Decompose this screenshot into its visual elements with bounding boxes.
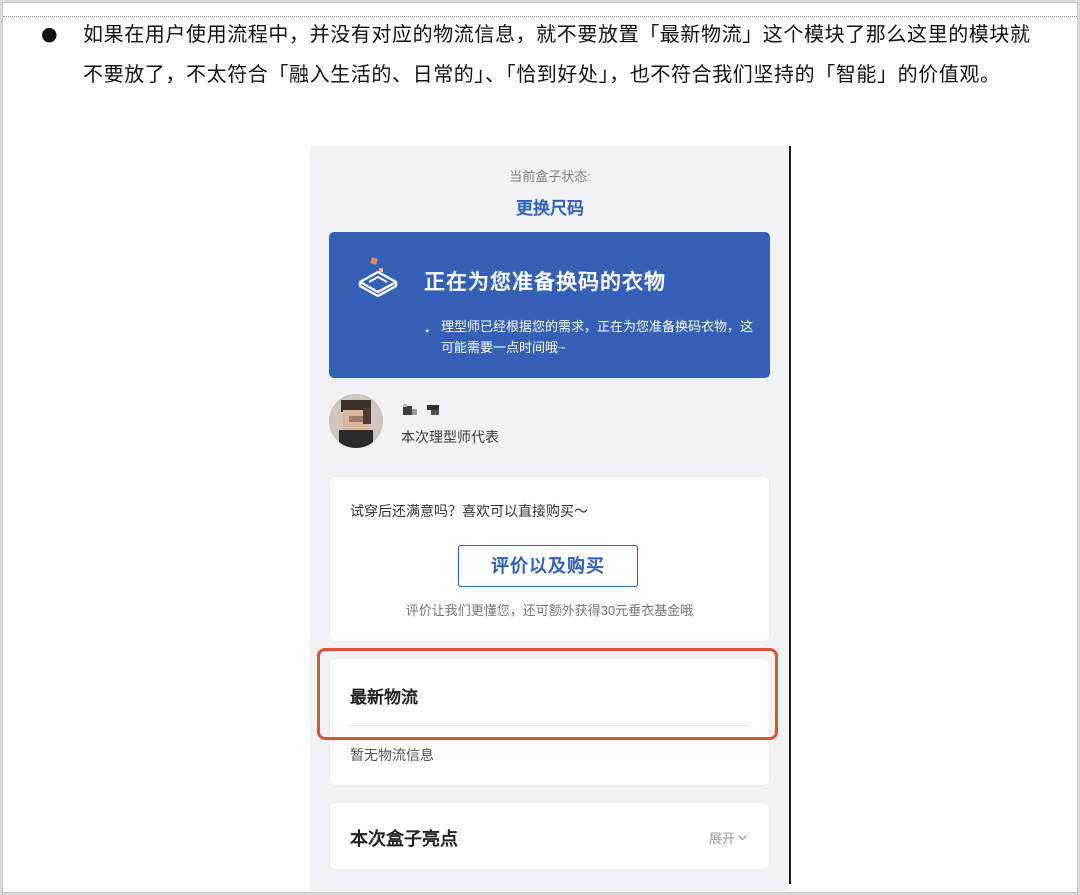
avatar [329,394,383,448]
box-highlights-card[interactable]: 本次盒子亮点 展开 [329,802,770,870]
status-banner: 正在为您准备换码的衣物 • 理型师已经根据您的需求，正在为您准备换码衣物，这可能… [329,232,770,378]
bullet-marker: ● [41,23,58,45]
box-status-value: 更换尺码 [516,199,584,218]
stylist-role: 本次理型师代表 [401,429,499,445]
logistics-empty-text: 暂无物流信息 [350,747,434,763]
banner-bullet: • [425,324,430,338]
review-and-buy-button[interactable]: 评价以及购买 [458,545,638,587]
chevron-down-icon [738,835,747,841]
screenshot-right-edge [789,146,791,884]
box-icon [358,257,398,298]
highlights-title: 本次盒子亮点 [350,829,458,849]
logistics-highlight-annotation [317,648,778,740]
review-purchase-card: 试穿后还满意吗？喜欢可以直接购买～ 评价以及购买 评价让我们更懂您，还可额外获得… [329,476,770,642]
avatar-pixelated-image [329,394,383,448]
banner-title: 正在为您准备换码的衣物 [424,270,666,294]
body-paragraph: 如果在用户使用流程中，并没有对应的物流信息，就不要放置「最新物流」这个模块了那么… [83,22,1031,86]
stylist-name-blurred [403,404,439,415]
banner-description: 理型师已经根据您的需求，正在为您准备换码衣物，这可能需要一点时间哦~ [441,319,754,355]
review-reward-note: 评价让我们更懂您，还可额外获得30元垂衣基金哦 [405,603,694,618]
expand-button[interactable]: 展开 [709,828,747,847]
expand-label: 展开 [708,831,735,846]
box-status-label: 当前盒子状态: [509,169,591,184]
purchase-prompt: 试穿后还满意吗？喜欢可以直接购买～ [350,505,588,520]
phone-screenshot: 当前盒子状态: 更换尺码 正在为您准备换码的衣物 • 理型师已经根据您的需求，正… [310,146,790,891]
